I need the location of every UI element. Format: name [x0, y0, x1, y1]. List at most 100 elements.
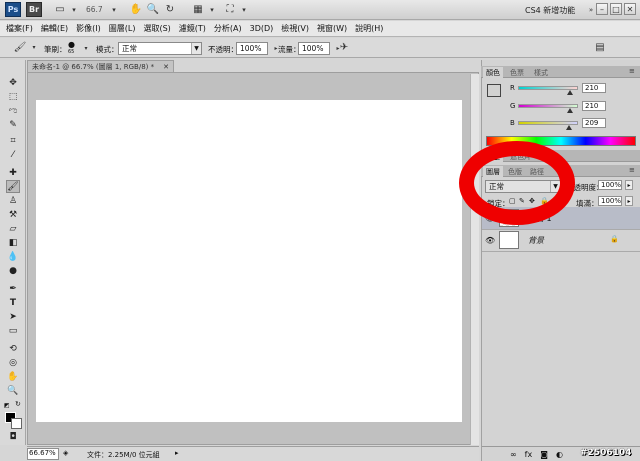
zoom-tool-panel-icon[interactable]: 🔍	[6, 384, 20, 397]
swap-colors-icon[interactable]: ↻	[15, 400, 21, 408]
screen-dropdown-icon[interactable]: ▾	[236, 2, 252, 17]
menu-select[interactable]: 選取(S)	[143, 23, 170, 34]
workspace-label[interactable]: CS4 新增功能	[525, 5, 575, 16]
3d-rotate-tool-icon[interactable]: ⟲	[6, 342, 20, 355]
menu-analysis[interactable]: 分析(A)	[214, 23, 242, 34]
background-thumbnail	[499, 231, 519, 249]
menu-window[interactable]: 視窗(W)	[317, 23, 347, 34]
menu-edit[interactable]: 編輯(E)	[41, 23, 68, 34]
status-bar: 66.67% ◈ 文件：2.25M/0 位元組 ▸	[27, 446, 479, 461]
fill-arrow-icon[interactable]: ▸	[625, 196, 633, 206]
bridge-button[interactable]: Br	[26, 2, 42, 17]
quick-mask-icon[interactable]: ◘	[6, 430, 20, 443]
hand-tool-icon[interactable]: ✋	[128, 2, 144, 17]
opacity-label: 不透明：	[208, 45, 238, 54]
document-tab[interactable]: 未命名-1 @ 66.7% (圖層 1, RGB/8) * ✕	[27, 60, 174, 72]
photoshop-logo: Ps	[5, 2, 21, 17]
lasso-tool-icon[interactable]: ಌ	[6, 104, 20, 117]
b-value[interactable]: 209	[582, 118, 606, 128]
background-lock-icon: 🔒	[610, 235, 619, 243]
preset-dropdown-icon[interactable]: ▾	[26, 40, 42, 55]
mode-select[interactable]: 正常 ▼	[118, 42, 202, 55]
document-info: 文件：2.25M/0 位元組	[87, 451, 160, 459]
mode-label: 模式：	[96, 45, 119, 54]
chevron-down-icon: ▼	[191, 43, 201, 54]
zoom-dropdown-icon[interactable]: ▾	[106, 2, 122, 17]
shape-tool-icon[interactable]: ▭	[6, 324, 20, 337]
fill-input[interactable]: 100%	[598, 196, 622, 206]
g-slider-thumb[interactable]	[567, 108, 573, 113]
g-value[interactable]: 210	[582, 101, 606, 111]
hand-tool-panel-icon[interactable]: ✋	[6, 370, 20, 383]
airbrush-icon[interactable]: ✈	[336, 40, 352, 55]
brush-dot-icon[interactable]: ●	[68, 40, 75, 49]
brush-panel-icon[interactable]: ▤	[592, 40, 608, 55]
adjustment-layer-icon[interactable]: ◐	[556, 450, 563, 459]
menu-file[interactable]: 檔案(F)	[6, 23, 33, 34]
watermark: #2506104	[580, 448, 632, 458]
dropdown-icon[interactable]: ▾	[66, 2, 82, 17]
history-brush-tool-icon[interactable]: ⚒	[6, 208, 20, 221]
color-foreground-swatch[interactable]	[487, 84, 501, 97]
add-mask-icon[interactable]: ◙	[540, 450, 548, 459]
arrange-dropdown-icon[interactable]: ▾	[204, 2, 220, 17]
layer-opacity-input[interactable]: 100%	[598, 180, 622, 190]
opacity-input[interactable]: 100%	[236, 42, 268, 55]
status-icon[interactable]: ◈	[63, 449, 68, 457]
eraser-tool-icon[interactable]: ▱	[6, 222, 20, 235]
healing-brush-tool-icon[interactable]: ✚	[6, 166, 20, 179]
tab-styles[interactable]: 樣式	[531, 67, 551, 78]
background-eye-icon[interactable]: 👁	[485, 236, 495, 245]
maximize-button[interactable]: □	[610, 3, 622, 15]
layer-opacity-arrow-icon[interactable]: ▸	[625, 180, 633, 190]
r-value[interactable]: 210	[582, 83, 606, 93]
tab-color[interactable]: 顏色	[483, 67, 503, 78]
move-tool-icon[interactable]: ✥	[6, 76, 20, 89]
gradient-tool-icon[interactable]: ◧	[6, 236, 20, 249]
layer-style-icon[interactable]: fx	[525, 450, 533, 459]
color-panel-tabs: 顏色 色票 樣式 ≡	[481, 66, 640, 78]
dodge-tool-icon[interactable]: ●	[6, 264, 20, 277]
3d-orbit-tool-icon[interactable]: ◎	[6, 356, 20, 369]
panel-menu-icon[interactable]: ≡	[629, 67, 635, 75]
background-layer-name[interactable]: 背景	[528, 235, 544, 246]
marquee-tool-icon[interactable]: ⬚	[6, 90, 20, 103]
menu-filter[interactable]: 濾鏡(T)	[179, 23, 206, 34]
r-slider-thumb[interactable]	[567, 90, 573, 95]
menu-help[interactable]: 說明(H)	[355, 23, 383, 34]
background-color-swatch[interactable]	[11, 418, 22, 429]
blur-tool-icon[interactable]: 💧	[6, 250, 20, 263]
status-arrow-icon[interactable]: ▸	[175, 449, 179, 457]
default-colors-icon[interactable]: ◩	[4, 402, 10, 409]
zoom-level[interactable]: 66.7	[86, 5, 103, 14]
crop-tool-icon[interactable]: ⌗	[6, 134, 20, 147]
brush-tool-icon[interactable]: 🖌	[6, 180, 20, 193]
brush-dropdown-icon[interactable]: ▾	[78, 41, 94, 56]
menu-view[interactable]: 檢視(V)	[281, 23, 309, 34]
zoom-tool-icon[interactable]: 🔍	[145, 2, 161, 17]
b-slider-thumb[interactable]	[566, 125, 572, 130]
flow-input[interactable]: 100%	[298, 42, 330, 55]
clone-stamp-tool-icon[interactable]: ♙	[6, 194, 20, 207]
pen-tool-icon[interactable]: ✒	[6, 282, 20, 295]
path-selection-tool-icon[interactable]: ➤	[6, 310, 20, 323]
menu-image[interactable]: 影像(I)	[76, 23, 101, 34]
rotate-view-icon[interactable]: ↻	[162, 2, 178, 17]
link-layers-icon[interactable]: ∞	[510, 450, 517, 459]
document-close-icon[interactable]: ✕	[163, 63, 169, 71]
status-zoom-input[interactable]: 66.67%	[27, 448, 59, 460]
b-label: B	[510, 119, 515, 127]
menu-3d[interactable]: 3D(D)	[250, 24, 274, 33]
quick-select-tool-icon[interactable]: ✎	[6, 118, 20, 131]
layer-row-background[interactable]: 👁 背景 🔒	[482, 229, 640, 252]
type-tool-icon[interactable]: T	[6, 296, 20, 309]
layers-panel-menu-icon[interactable]: ≡	[629, 166, 635, 174]
canvas[interactable]	[36, 100, 462, 422]
eyedropper-tool-icon[interactable]: ⁄	[6, 148, 20, 161]
tools-panel: ✥ ⬚ ಌ ✎ ⌗ ⁄ ✚ 🖌 ♙ ⚒ ▱ ◧ 💧 ● ✒ T ➤ ▭ ⟲ ◎ …	[0, 60, 26, 445]
minimize-button[interactable]: –	[596, 3, 608, 15]
vertical-scrollbar[interactable]	[470, 74, 479, 445]
menu-layer[interactable]: 圖層(L)	[109, 23, 136, 34]
close-button[interactable]: ✕	[624, 3, 636, 15]
tab-swatches[interactable]: 色票	[507, 67, 527, 78]
